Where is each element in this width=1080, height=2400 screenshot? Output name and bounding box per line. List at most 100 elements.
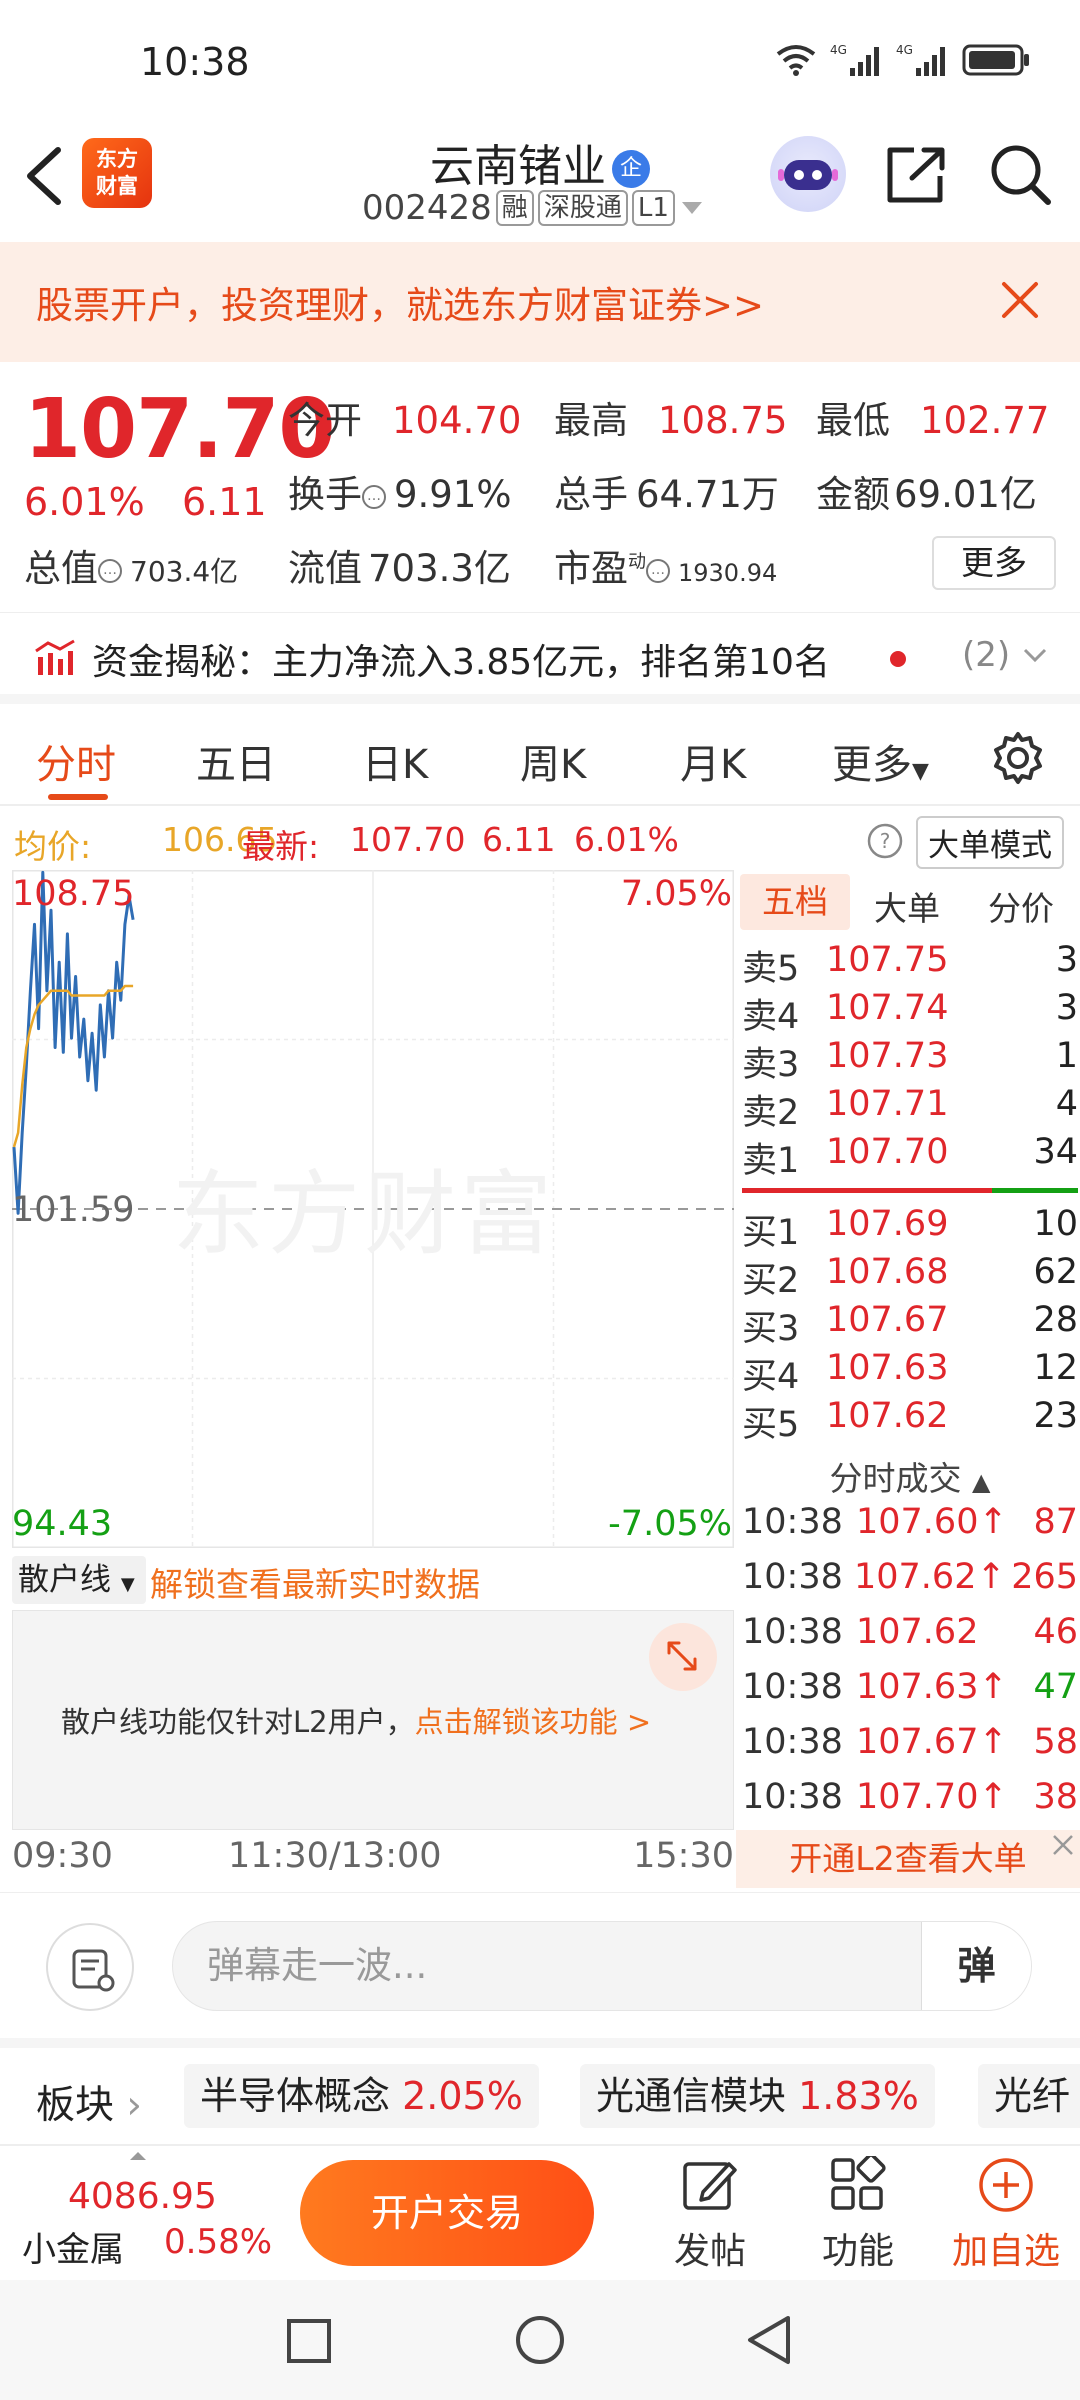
unlock-realtime-link[interactable]: 解锁查看最新实时数据	[150, 1558, 480, 1606]
sector-pct: 2.05%	[402, 2074, 523, 2118]
promo-banner[interactable]: 股票开户，投资理财，就选东方财富证券>>	[0, 242, 1080, 362]
tag-margin: 融	[495, 190, 534, 226]
close-icon[interactable]	[1050, 1832, 1076, 1858]
order-book-tabs: 五档 大单 分价	[740, 874, 1080, 934]
ask-qty: 3	[1055, 988, 1078, 1028]
recent-apps-icon[interactable]	[286, 2318, 332, 2364]
l2-upsell-bar[interactable]: 开通L2查看大单	[736, 1830, 1080, 1888]
tab-five-levels[interactable]: 五档	[740, 874, 850, 930]
big-order-mode-button[interactable]: 大单模式	[916, 816, 1064, 869]
ask-row-2[interactable]: 卖4 107.74 3	[742, 988, 1078, 1037]
tab-more[interactable]: 更多▼	[832, 732, 929, 790]
more-button[interactable]: 更多	[932, 536, 1056, 590]
trade-time: 10:38	[742, 1502, 843, 1542]
stock-code-line[interactable]: 002428 融 深股通 L1	[362, 188, 705, 228]
dropdown-triangle-icon: ▼	[120, 1574, 135, 1595]
sector-index-value[interactable]: 4086.95	[68, 2176, 217, 2217]
trades-title[interactable]: 分时成交 ▲	[740, 1452, 1080, 1500]
gear-icon[interactable]	[990, 730, 1046, 786]
post-button[interactable]: 发帖	[650, 2156, 770, 2274]
tab-monthly-k[interactable]: 月K	[680, 732, 746, 790]
triangle-up-icon: ▲	[972, 1468, 991, 1496]
low-label: 最低	[816, 399, 890, 442]
share-icon[interactable]	[884, 144, 948, 206]
trade-qty: 38	[1033, 1777, 1078, 1817]
retail-line-select[interactable]: 散户线 ▼	[12, 1556, 146, 1604]
trade-price: 107.62↑	[854, 1557, 1006, 1597]
ask-price: 107.71	[826, 1084, 949, 1124]
mktcap-stat[interactable]: 总值… 703.4亿	[24, 538, 238, 592]
fund-flow-text: 资金揭秘：主力净流入3.85亿元，排名第10名	[92, 642, 830, 683]
dropdown-triangle-icon[interactable]	[679, 198, 705, 218]
sector-label-text: 板块	[36, 2083, 115, 2128]
bid-row-4[interactable]: 买4 107.63 12	[742, 1348, 1078, 1397]
tab-big-orders[interactable]: 大单	[874, 882, 940, 930]
expand-icon[interactable]	[649, 1623, 717, 1691]
robot-assistant-icon[interactable]	[770, 136, 846, 212]
bid-qty: 62	[1033, 1252, 1078, 1292]
sector-chip-fiber[interactable]: 光纤	[978, 2064, 1080, 2128]
home-icon[interactable]	[514, 2314, 566, 2366]
avg-price-line: 均价: 106.65 最新: 107.70 6.11 6.01% ? 大单模式	[0, 810, 1080, 870]
volume-value: 64.71万	[636, 473, 779, 516]
info-icon[interactable]: …	[362, 484, 386, 509]
tab-daily-k[interactable]: 日K	[362, 732, 428, 790]
trade-qty: 46	[1033, 1612, 1078, 1652]
sector-label[interactable]: 板块 ›	[36, 2074, 142, 2130]
sector-index-name[interactable]: 小金属	[22, 2222, 124, 2271]
add-watchlist-button[interactable]: 加自选	[946, 2156, 1066, 2274]
function-button[interactable]: 功能	[798, 2156, 918, 2274]
intraday-chart[interactable]: 东方财富 108.75 7.05% 101.59 94.43 -7.05%	[12, 870, 734, 1548]
sector-name: 光通信模块	[596, 2074, 787, 2118]
danmaku-input[interactable]: 弹幕走一波... 弹	[172, 1921, 1032, 2011]
bottom-toolbar: 4086.95 小金属 0.58% 开户交易 发帖 功能 加自选	[0, 2144, 1080, 2280]
bottom-price-label: 94.43	[12, 1504, 113, 1544]
danmaku-settings-icon[interactable]	[46, 1923, 134, 2011]
close-icon[interactable]	[998, 278, 1042, 322]
sector-name: 光纤	[994, 2074, 1071, 2118]
back-icon[interactable]	[744, 2314, 792, 2366]
info-icon[interactable]: …	[98, 558, 122, 583]
ask-row-1[interactable]: 卖5 107.75 3	[742, 940, 1078, 989]
system-nav-bar	[0, 2280, 1080, 2400]
tab-weekly-k[interactable]: 周K	[520, 732, 586, 790]
bid-row-3[interactable]: 买3 107.67 28	[742, 1300, 1078, 1349]
bid-row-5[interactable]: 买5 107.62 23	[742, 1396, 1078, 1445]
tab-intraday[interactable]: 分时	[36, 732, 116, 790]
change-amount: 6.11	[182, 480, 267, 524]
svg-text:4G: 4G	[896, 43, 913, 57]
danmaku-send-button[interactable]: 弹	[921, 1922, 1031, 2010]
pe-stat[interactable]: 市盈动… 1930.94	[554, 538, 777, 592]
info-icon[interactable]: …	[646, 558, 670, 583]
pe-label: 市盈	[554, 547, 628, 590]
time-axis: 09:30 11:30/13:00 15:30	[12, 1836, 734, 1886]
bid-row-2[interactable]: 买2 107.68 62	[742, 1252, 1078, 1301]
mid-price-label: 101.59	[12, 1190, 135, 1230]
ask-price: 107.74	[826, 988, 949, 1028]
sector-chip-semiconductor[interactable]: 半导体概念 2.05%	[184, 2064, 539, 2128]
bid-row-1[interactable]: 买1 107.69 10	[742, 1204, 1078, 1253]
ask-price: 107.70	[826, 1132, 949, 1172]
search-icon[interactable]	[988, 142, 1054, 208]
bid-price: 107.69	[826, 1204, 949, 1244]
tag-level: L1	[631, 190, 675, 226]
help-icon[interactable]: ?	[866, 822, 904, 860]
ask-row-3[interactable]: 卖3 107.73 1	[742, 1036, 1078, 1085]
open-account-trade-button[interactable]: 开户交易	[300, 2160, 594, 2266]
sector-chip-optical[interactable]: 光通信模块 1.83%	[580, 2064, 935, 2128]
grid-icon	[831, 2156, 886, 2210]
svg-text:4G: 4G	[830, 43, 847, 57]
turnover-stat[interactable]: 换手… 9.91%	[288, 464, 512, 518]
order-book: 五档 大单 分价 卖5 107.75 3 卖4 107.74 3 卖3 107.73 1 卖2 10…	[740, 870, 1080, 1470]
retail-msg-text: 散户线功能仅针对L2用户，	[61, 1705, 415, 1739]
ask-row-4[interactable]: 卖2 107.71 4	[742, 1084, 1078, 1133]
bid-side: 买5	[742, 1405, 800, 1445]
tab-price-dist[interactable]: 分价	[988, 882, 1054, 930]
unlock-feature-link[interactable]: 点击解锁该功能 >	[415, 1705, 652, 1739]
ask-row-5[interactable]: 卖1 107.70 34	[742, 1132, 1078, 1181]
ask-side: 卖2	[742, 1093, 800, 1133]
tab-five-day[interactable]: 五日	[196, 732, 276, 790]
fund-flow-bar[interactable]: 资金揭秘：主力净流入3.85亿元，排名第10名 (2)	[0, 612, 1080, 704]
volume-label: 总手	[554, 473, 628, 516]
chevron-down-icon[interactable]	[1022, 647, 1048, 665]
